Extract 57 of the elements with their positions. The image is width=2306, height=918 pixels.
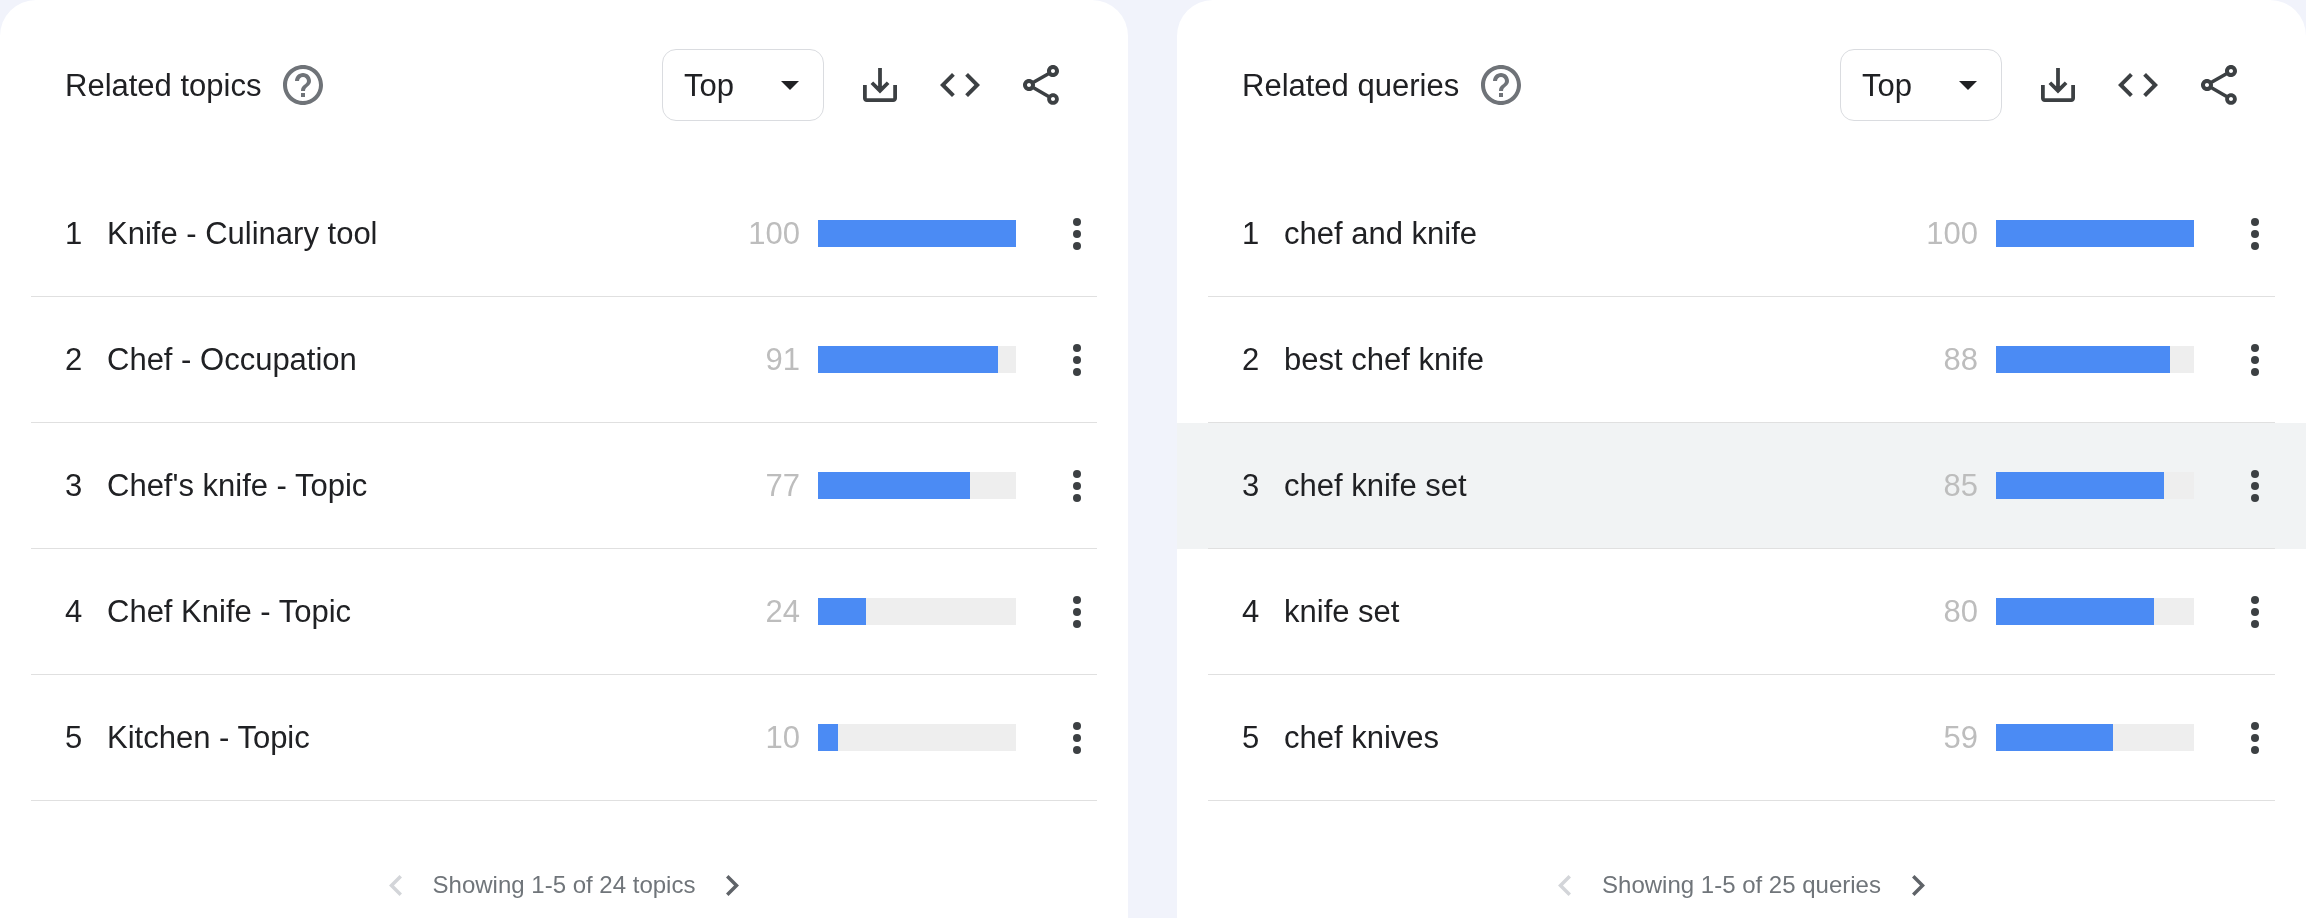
more-icon[interactable]	[1073, 721, 1081, 754]
rank-number: 3	[1242, 470, 1261, 501]
help-icon[interactable]	[1481, 65, 1522, 105]
more-icon[interactable]	[2251, 721, 2259, 754]
more-icon[interactable]	[1073, 469, 1081, 502]
more-icon[interactable]	[1073, 595, 1081, 628]
pagination-text: Showing 1-5 of 24 topics	[432, 870, 696, 900]
value-number: 80	[1942, 596, 1978, 627]
download-icon[interactable]	[2041, 68, 2075, 102]
more-icon[interactable]	[2251, 469, 2259, 502]
share-icon[interactable]	[1023, 65, 1059, 105]
value-number: 77	[764, 470, 800, 501]
panel-title: Related topics	[65, 69, 262, 101]
help-icon[interactable]	[283, 65, 324, 105]
caret-icon	[1959, 80, 1977, 90]
more-icon[interactable]	[1073, 217, 1081, 250]
row-label: Chef Knife - Topic	[107, 596, 352, 627]
more-icon[interactable]	[2251, 217, 2259, 250]
download-icon[interactable]	[863, 68, 897, 102]
chevron-right-icon[interactable]	[1911, 874, 1925, 896]
chevron-right-icon[interactable]	[726, 874, 740, 896]
more-icon[interactable]	[1073, 343, 1081, 376]
value-number: 10	[764, 722, 800, 753]
value-number: 100	[747, 218, 800, 249]
rank-number: 1	[65, 218, 84, 249]
code-icon[interactable]	[2118, 73, 2158, 97]
share-icon[interactable]	[2201, 65, 2237, 105]
dropdown-button[interactable]: Top	[1840, 49, 2002, 121]
row-label: Kitchen - Topic	[107, 722, 310, 753]
dropdown-button[interactable]: Top	[662, 49, 824, 121]
row-label: knife set	[1284, 596, 1400, 627]
row-label: best chef knife	[1284, 344, 1484, 375]
row-label: chef and knife	[1284, 218, 1478, 249]
row-label: Chef's knife - Topic	[107, 470, 368, 501]
value-number: 91	[764, 344, 800, 375]
panel-title: Related queries	[1242, 69, 1460, 101]
rank-number: 5	[65, 722, 84, 753]
rank-number: 2	[65, 344, 84, 375]
value-number: 59	[1942, 722, 1978, 753]
more-icon[interactable]	[2251, 343, 2259, 376]
row-label: chef knife set	[1284, 470, 1467, 501]
value-number: 100	[1925, 218, 1978, 249]
more-icon[interactable]	[2251, 595, 2259, 628]
value-number: 88	[1942, 344, 1978, 375]
pagination-text: Showing 1-5 of 25 queries	[1602, 870, 1881, 900]
row-label: chef knives	[1284, 722, 1440, 753]
rank-number: 2	[1242, 344, 1261, 375]
rank-number: 5	[1242, 722, 1261, 753]
rank-number: 4	[1242, 596, 1261, 627]
row-label: Knife - Culinary tool	[107, 218, 378, 249]
value-number: 24	[764, 596, 800, 627]
row-label: Chef - Occupation	[107, 344, 357, 375]
rank-number: 1	[1242, 218, 1261, 249]
rank-number: 3	[65, 470, 84, 501]
code-icon[interactable]	[940, 73, 980, 97]
caret-icon	[781, 80, 799, 90]
rank-number: 4	[65, 596, 84, 627]
